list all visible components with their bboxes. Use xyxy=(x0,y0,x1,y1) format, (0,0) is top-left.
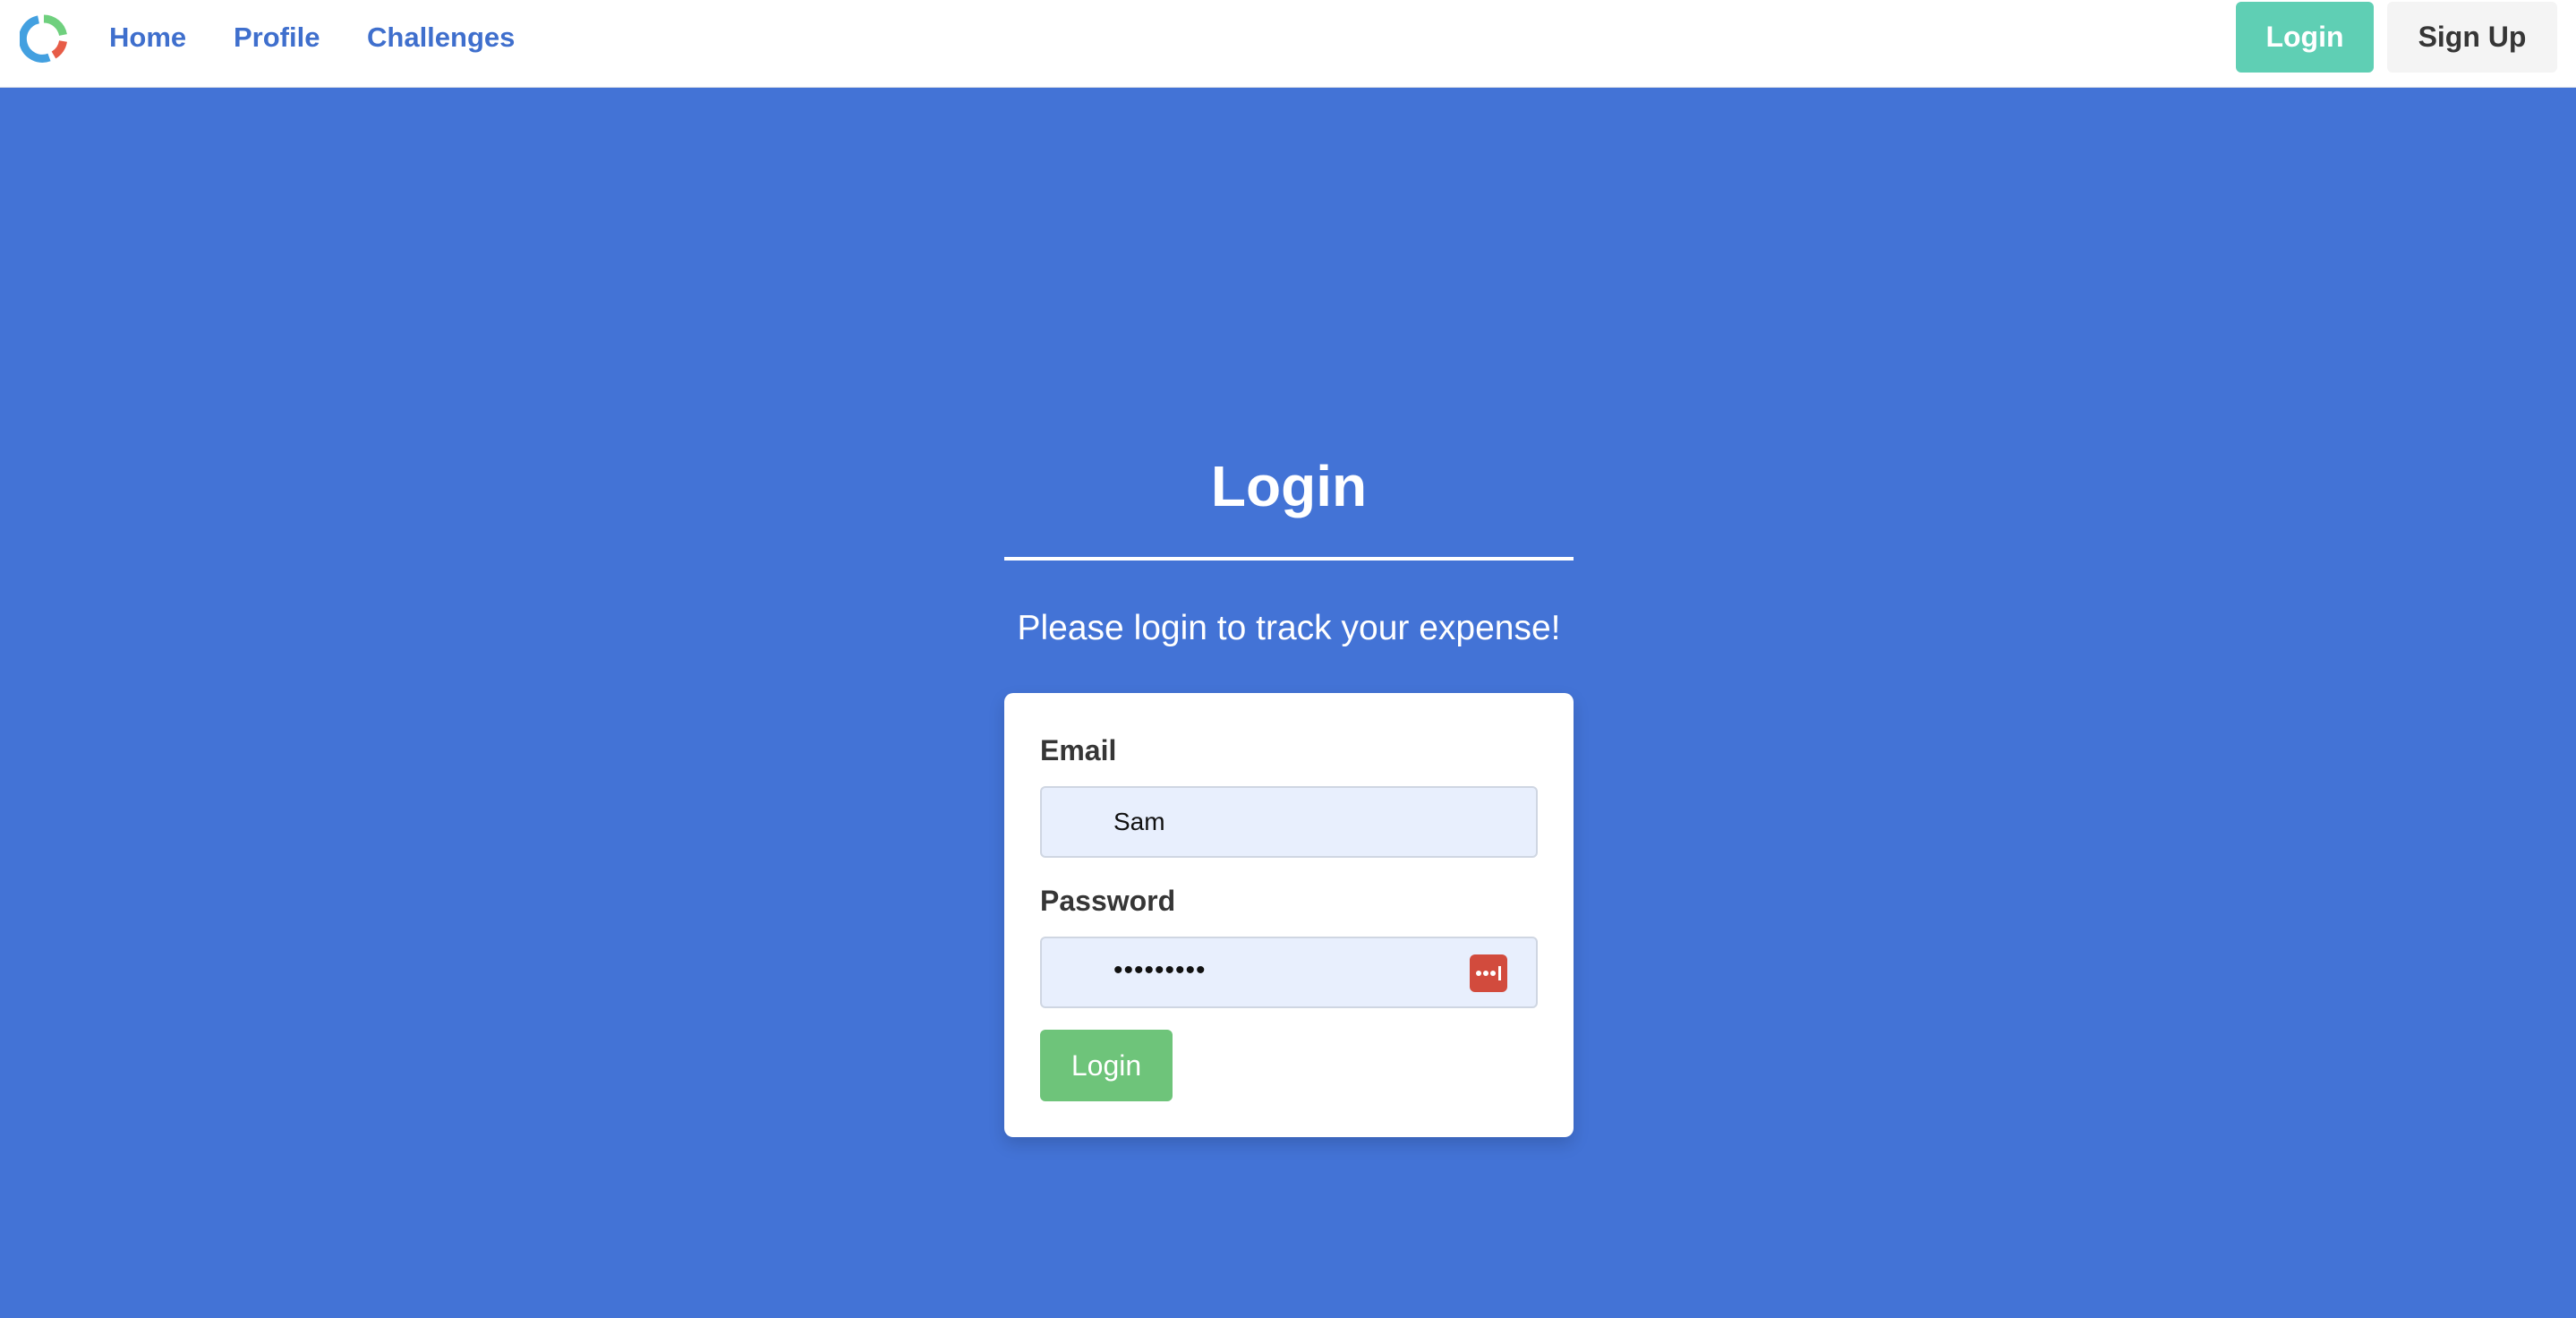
nav-link-profile[interactable]: Profile xyxy=(234,20,320,56)
email-input[interactable]: Sam xyxy=(1040,786,1538,858)
email-input-value: Sam xyxy=(1113,808,1165,835)
top-navbar: Home Profile Challenges Login Sign Up xyxy=(0,0,2576,88)
page-subtitle: Please login to track your expense! xyxy=(1017,609,1561,647)
password-input[interactable]: ••••••••• xyxy=(1040,937,1538,1008)
password-label: Password xyxy=(1040,885,1176,917)
title-divider xyxy=(1004,557,1574,561)
nav-signup-button[interactable]: Sign Up xyxy=(2387,2,2557,73)
login-submit-button[interactable]: Login xyxy=(1040,1030,1173,1101)
nav-link-challenges[interactable]: Challenges xyxy=(367,20,515,56)
password-manager-icon[interactable] xyxy=(1470,954,1507,992)
page-title: Login xyxy=(1210,454,1368,518)
nav-login-button[interactable]: Login xyxy=(2236,2,2374,73)
password-input-value: ••••••••• xyxy=(1113,955,1207,985)
logo-icon[interactable] xyxy=(20,14,68,63)
nav-link-home[interactable]: Home xyxy=(109,20,186,56)
login-card: Email Sam Password ••••••••• Login xyxy=(1004,693,1574,1137)
email-label: Email xyxy=(1040,734,1117,766)
